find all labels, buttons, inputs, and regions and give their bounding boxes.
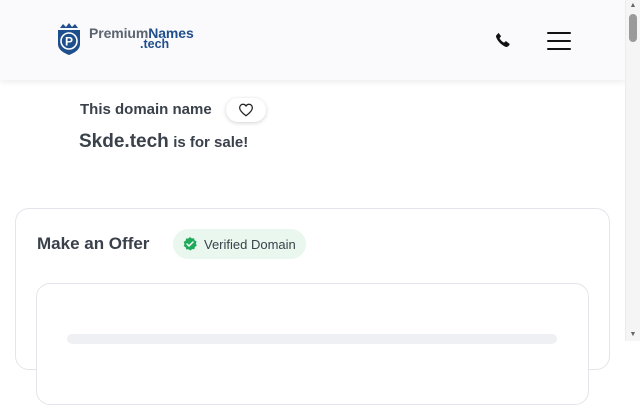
heart-icon bbox=[239, 103, 253, 117]
domain-intro-text: This domain name bbox=[80, 101, 212, 118]
scroll-down-arrow-icon[interactable]: ▼ bbox=[629, 331, 637, 338]
make-offer-card: Make an Offer Verified Domain bbox=[15, 208, 610, 405]
domain-name: Skde.tech bbox=[79, 131, 169, 152]
offer-form-panel bbox=[36, 283, 589, 405]
logo-badge-icon: P bbox=[58, 23, 80, 55]
site-header: P PremiumNames .tech bbox=[0, 0, 626, 80]
verified-domain-badge: Verified Domain bbox=[173, 229, 306, 259]
for-sale-text: is for sale! bbox=[173, 134, 249, 151]
scrollbar-thumb[interactable] bbox=[629, 14, 637, 42]
scroll-up-arrow-icon[interactable]: ▲ bbox=[629, 2, 637, 9]
check-badge-icon bbox=[183, 237, 197, 251]
premiumnames-logo[interactable]: P PremiumNames .tech bbox=[56, 22, 216, 58]
offer-input-field[interactable] bbox=[67, 334, 557, 344]
phone-icon bbox=[495, 32, 510, 48]
logo-badge-letter: P bbox=[65, 35, 73, 49]
favorite-button[interactable] bbox=[226, 98, 266, 122]
hamburger-menu-icon[interactable] bbox=[547, 32, 571, 50]
verified-domain-label: Verified Domain bbox=[204, 236, 296, 252]
logo-text-tld: .tech bbox=[140, 37, 170, 51]
domain-headline: Skde.tech is for sale! bbox=[79, 131, 248, 153]
phone-button[interactable] bbox=[493, 30, 513, 50]
vertical-scrollbar[interactable]: ▲ ▼ bbox=[625, 0, 640, 341]
make-offer-title: Make an Offer bbox=[37, 234, 150, 253]
